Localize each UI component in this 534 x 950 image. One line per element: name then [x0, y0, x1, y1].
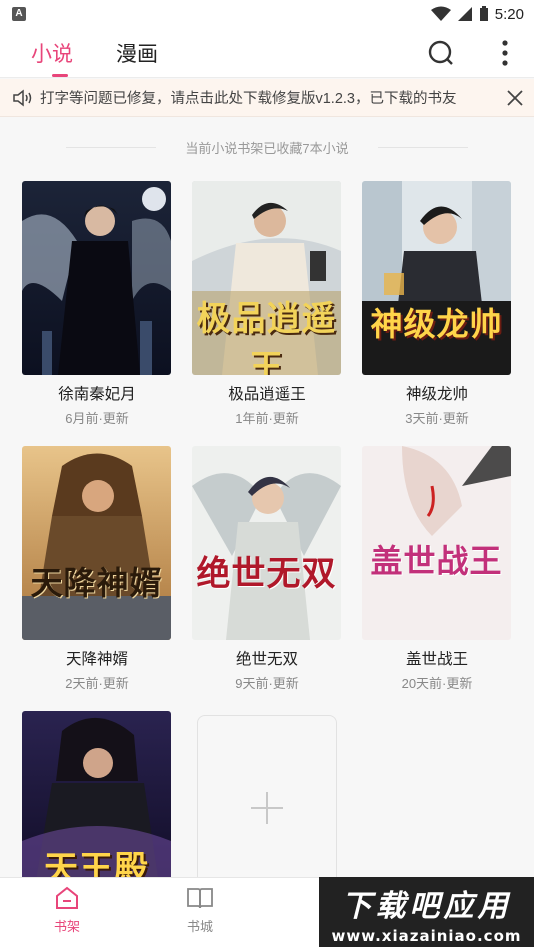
book-title: 徐南秦妃月 — [58, 386, 136, 403]
battery-icon — [479, 6, 488, 21]
wifi-icon — [430, 6, 451, 21]
nav-bookshelf[interactable]: 书架 — [32, 886, 102, 935]
book-card[interactable]: 极品逍遥王 极品逍遥王 1年前·更新 — [192, 181, 342, 427]
book-update-time: 20天前·更新 — [401, 676, 473, 691]
close-notice-button[interactable] — [496, 89, 534, 106]
nav-bookshelf-label: 书架 — [53, 919, 80, 934]
book-icon — [187, 888, 213, 909]
active-tab-indicator — [52, 74, 68, 77]
book-update-time: 6月前·更新 — [65, 411, 129, 426]
add-book-button[interactable] — [197, 715, 337, 900]
plus-icon — [251, 791, 283, 824]
book-card[interactable]: 绝世无双 绝世无双 9天前·更新 — [192, 446, 342, 692]
close-icon — [507, 89, 523, 106]
book-title: 绝世无双 — [235, 651, 298, 668]
book-title: 神级龙帅 — [405, 386, 468, 403]
tab-comic[interactable]: 漫画 — [116, 38, 158, 68]
cover-title-text: 绝世无双 — [196, 554, 337, 594]
book-cover[interactable]: 绝世无双 — [192, 446, 341, 640]
book-cover[interactable]: 极品逍遥王 — [192, 181, 341, 375]
clock: 5:20 — [494, 5, 524, 23]
nav-bookstore-label: 书城 — [186, 919, 213, 934]
shelf-count-text: 当前小说书架已收藏7本小说 — [0, 138, 534, 157]
signal-icon — [457, 7, 472, 21]
book-title: 盖世战王 — [405, 651, 468, 668]
home-icon — [56, 886, 78, 909]
book-card[interactable]: 神级龙帅 神级龙帅 3天前·更新 — [362, 181, 512, 427]
status-bar: A 5:20 — [0, 0, 534, 28]
cover-title-text: 神级龙帅 — [370, 305, 503, 343]
top-app-bar: 小说 漫画 — [0, 28, 534, 78]
book-update-time: 2天前·更新 — [65, 676, 129, 691]
book-card[interactable]: 徐南秦妃月 6月前·更新 — [22, 181, 172, 427]
book-title: 极品逍遥王 — [228, 386, 306, 403]
more-menu-button[interactable] — [490, 38, 520, 68]
book-card[interactable]: 天降神婿 天降神婿 2天前·更新 — [22, 446, 172, 692]
search-button[interactable] — [426, 38, 456, 68]
more-vertical-icon — [502, 40, 508, 66]
speaker-icon — [13, 88, 32, 107]
cover-title-text: 极品逍遥王 — [196, 299, 337, 375]
book-cover[interactable]: 天王殿 — [22, 711, 171, 905]
nav-bookstore[interactable]: 书城 — [165, 886, 235, 935]
tab-novel[interactable]: 小说 — [31, 38, 73, 68]
book-title: 天降神婿 — [65, 651, 128, 668]
book-update-time: 9天前·更新 — [235, 676, 299, 691]
book-update-time: 3天前·更新 — [405, 411, 469, 426]
cover-title-text: 天降神婿 — [30, 564, 163, 602]
notice-banner[interactable]: 打字等问题已修复，请点击此处下载修复版v1.2.3，已下载的书友 — [0, 79, 534, 117]
cover-title-text: 盖世战王 — [370, 542, 503, 580]
watermark-line1: 下载吧应用 — [341, 889, 512, 924]
watermark-logo: 下载吧应用 www.xiazainiao.com — [319, 877, 534, 947]
book-card[interactable]: 天王殿 — [22, 711, 172, 905]
book-cover[interactable] — [22, 181, 171, 375]
notice-text[interactable]: 打字等问题已修复，请点击此处下载修复版v1.2.3，已下载的书友 — [40, 87, 496, 108]
book-card[interactable]: 盖世战王 盖世战王 20天前·更新 — [362, 446, 512, 692]
book-cover[interactable]: 盖世战王 — [362, 446, 511, 640]
watermark-line2: www.xiazainiao.com — [331, 927, 522, 945]
book-cover[interactable]: 神级龙帅 — [362, 181, 511, 375]
book-cover[interactable]: 天降神婿 — [22, 446, 171, 640]
book-update-time: 1年前·更新 — [235, 411, 299, 426]
app-notification-icon: A — [12, 7, 26, 21]
search-icon — [428, 40, 453, 65]
